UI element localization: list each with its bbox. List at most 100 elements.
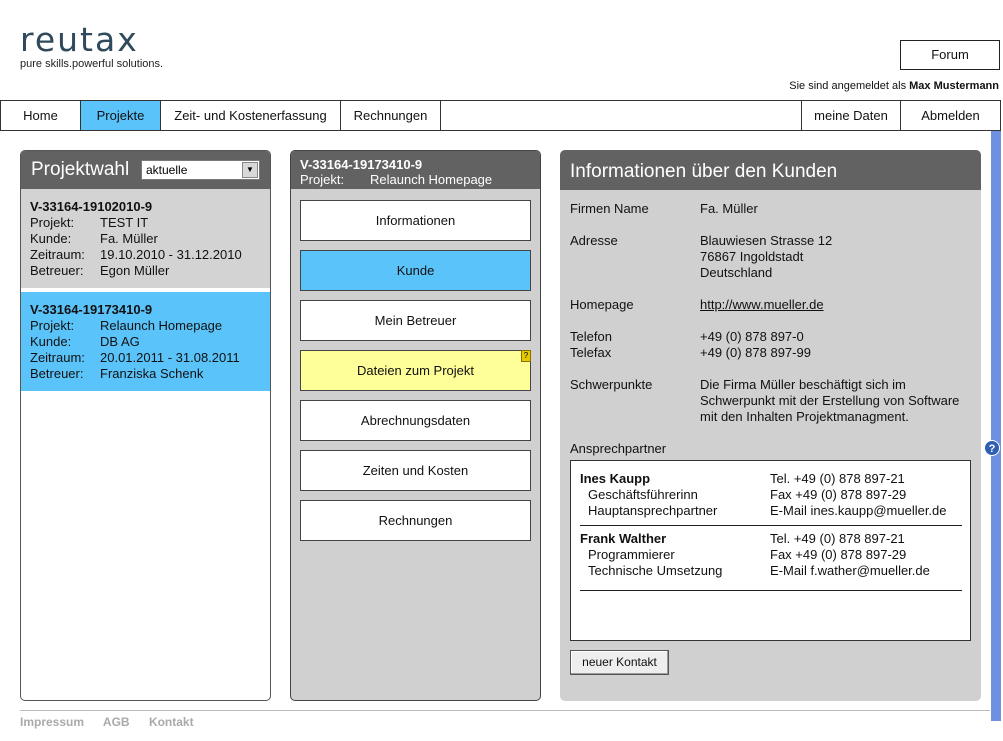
footer-agb-link[interactable]: AGB [103,715,130,729]
customer-label: Kunde: [30,231,72,246]
project-card-selected[interactable]: V-33164-19173410-9 Projekt: Relaunch Home… [21,292,270,391]
focus-line: Die Firma Müller beschäftigt sich im [700,377,906,392]
project-manager: Franziska Schenk [100,366,204,381]
company-value: Fa. Müller [700,201,758,216]
homepage-link[interactable]: http://www.mueller.de [700,297,824,313]
contacts-list: Ines Kaupp Geschäftsführerinn Hauptanspr… [570,460,971,641]
period-label: Zeitraum: [30,247,85,262]
project-customer: DB AG [100,334,140,349]
footer-kontakt-link[interactable]: Kontakt [149,715,194,729]
project-card[interactable]: V-33164-19102010-9 Projekt: TEST IT Kunde… [21,189,270,288]
company-row: Firmen Name Fa. Müller [570,201,758,217]
project-id: V-33164-19173410-9 [30,302,153,317]
nav-projekte[interactable]: Projekte [81,101,161,130]
contact-divider [580,525,962,526]
homepage-row: Homepage http://www.mueller.de [570,297,824,313]
footer-impressum-link[interactable]: Impressum [20,715,84,729]
nav-rechnungen[interactable]: Rechnungen [341,101,441,130]
menu-zeiten-kosten-button[interactable]: Zeiten und Kosten [300,450,531,491]
contact-name: Ines Kaupp [580,471,651,486]
logo-wordmark: reutax [20,20,139,59]
contact-tel: Tel. +49 (0) 878 897-21 [770,471,905,486]
project-select-header: Projektwahl aktuelle ▼ [21,151,270,189]
customer-label: Kunde: [30,334,72,349]
user-name: Max Mustermann [909,80,999,92]
focus-label: Schwerpunkte [570,377,653,392]
fax-row: Telefax +49 (0) 878 897-99 [570,345,811,361]
project-menu-name: Relaunch Homepage [370,172,493,187]
footer-divider [20,710,990,711]
project-menu-label: Projekt: [300,172,345,187]
nav-home[interactable]: Home [1,101,81,130]
menu-kunde-button[interactable]: Kunde [300,250,531,291]
nav-abmelden[interactable]: Abmelden [901,101,1001,130]
project-label: Projekt: [30,318,75,333]
manager-label: Betreuer: [30,263,84,278]
help-icon[interactable]: ? [984,440,1000,456]
logo[interactable]: reutax pure skills.powerful solutions. [20,20,192,72]
contact-entry[interactable]: Ines Kaupp Geschäftsführerinn Hauptanspr… [580,471,962,519]
project-filter-value: aktuelle [146,163,188,177]
project-name: TEST IT [100,215,149,230]
main-nav: Home Projekte Zeit- und Kostenerfassung … [0,100,1001,131]
address-line: 76867 Ingoldstadt [700,249,804,264]
project-name: Relaunch Homepage [100,318,223,333]
help-badge-icon[interactable]: ? [521,350,531,362]
contacts-label: Ansprechpartner [570,441,667,456]
contact-role: Hauptansprechpartner [588,503,718,518]
contact-fax: Fax +49 (0) 878 897-29 [770,547,907,562]
phone-row: Telefon +49 (0) 878 897-0 [570,329,804,345]
project-menu-header: V-33164-19173410-9 Projekt: Relaunch Home… [291,151,540,189]
address-label: Adresse [570,233,618,248]
homepage-label: Homepage [570,297,634,312]
menu-rechnungen-button[interactable]: Rechnungen [300,500,531,541]
logo-tagline: pure skills.powerful solutions. [20,58,164,70]
phone-label: Telefon [570,329,612,344]
project-label: Projekt: [30,215,75,230]
project-select-panel: Projektwahl aktuelle ▼ V-33164-19102010-… [20,150,271,701]
contact-tel: Tel. +49 (0) 878 897-21 [770,531,905,546]
chevron-down-icon[interactable]: ▼ [242,162,258,178]
menu-betreuer-button[interactable]: Mein Betreuer [300,300,531,341]
project-menu-panel: V-33164-19173410-9 Projekt: Relaunch Home… [290,150,541,701]
project-manager: Egon Müller [100,263,170,278]
side-scroll-bar[interactable] [991,131,1001,721]
project-select-title: Projektwahl [31,159,130,180]
login-prefix: Sie sind angemeldet als [789,80,907,92]
menu-dateien-button[interactable]: Dateien zum Projekt ? [300,350,531,391]
contact-name: Frank Walther [580,531,667,546]
footer: Impressum AGB Kontakt [20,715,210,729]
menu-dateien-label: Dateien zum Projekt [356,363,475,378]
contact-entry[interactable]: Frank Walther Programmierer Technische U… [580,531,962,579]
manager-label: Betreuer: [30,366,84,381]
contact-role: Geschäftsführerinn [588,487,698,502]
fax-label: Telefax [570,345,612,360]
contact-email: E-Mail ines.kaupp@mueller.de [770,503,947,518]
address-line: Deutschland [700,265,773,280]
project-menu-id: V-33164-19173410-9 [300,157,423,172]
project-period: 20.01.2011 - 31.08.2011 [100,350,240,365]
nav-meine-daten[interactable]: meine Daten [801,101,901,130]
menu-abrechnung-button[interactable]: Abrechnungsdaten [300,400,531,441]
focus-line: Schwerpunkt mit der Erstellung von Softw… [700,393,960,408]
menu-informationen-button[interactable]: Informationen [300,200,531,241]
login-info: Sie sind angemeldet als Max Mustermann [789,80,999,92]
project-period: 19.10.2010 - 31.12.2010 [100,247,242,262]
phone-value: +49 (0) 878 897-0 [700,329,804,344]
project-id: V-33164-19102010-9 [30,199,153,214]
focus-row: Schwerpunkte Die Firma Müller beschäftig… [570,377,959,425]
customer-info-panel: Informationen über den Kunden Firmen Nam… [560,150,981,701]
forum-button[interactable]: Forum [900,40,1000,70]
period-label: Zeitraum: [30,350,85,365]
company-label: Firmen Name [570,201,649,216]
nav-zeit-kosten[interactable]: Zeit- und Kostenerfassung [161,101,341,130]
focus-line: mit den Inhalten Projektmanagment. [700,409,909,424]
contact-fax: Fax +49 (0) 878 897-29 [770,487,907,502]
new-contact-button[interactable]: neuer Kontakt [570,650,669,675]
contact-email: E-Mail f.wather@mueller.de [770,563,930,578]
contact-role: Technische Umsetzung [588,563,723,578]
project-filter-select[interactable]: aktuelle ▼ [141,160,260,180]
contact-role: Programmierer [588,547,675,562]
customer-info-title: Informationen über den Kunden [560,150,981,190]
fax-value: +49 (0) 878 897-99 [700,345,811,360]
